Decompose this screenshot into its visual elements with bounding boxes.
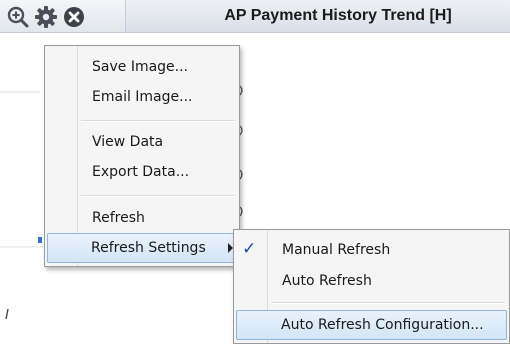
menu-separator — [81, 120, 235, 122]
axis-tick-fragment — [239, 206, 243, 217]
menu-item-label: Manual Refresh — [282, 242, 391, 258]
menu-item-auto-refresh[interactable]: Auto Refresh — [236, 266, 507, 296]
chart-title: AP Payment History Trend [H] — [224, 7, 452, 24]
menu-item-label: Refresh — [92, 210, 145, 226]
menu-item-label: Save Image... — [92, 59, 189, 75]
chart-title-bar: AP Payment History Trend [H] — [125, 0, 510, 33]
chart-toolbar — [0, 0, 125, 33]
menu-item-label: Refresh Settings — [91, 240, 206, 256]
menu-item-auto-refresh-configuration[interactable]: Auto Refresh Configuration... — [236, 310, 507, 340]
axis-tick-fragment — [239, 125, 243, 136]
menu-item-export-data[interactable]: Export Data... — [47, 157, 237, 187]
menu-separator — [81, 195, 235, 197]
menu-separator — [271, 302, 505, 304]
menu-item-save-image[interactable]: Save Image... — [47, 52, 237, 82]
menu-item-view-data[interactable]: View Data — [47, 127, 237, 157]
menu-item-label: Export Data... — [92, 164, 190, 180]
menu-item-refresh[interactable]: Refresh — [47, 203, 237, 233]
gear-icon[interactable] — [34, 5, 58, 29]
menu-item-refresh-settings[interactable]: Refresh Settings — [47, 233, 237, 263]
menu-item-manual-refresh[interactable]: ✓ Manual Refresh — [236, 235, 507, 265]
close-icon[interactable] — [62, 5, 86, 29]
axis-tick-fragment — [5, 308, 9, 320]
menu-item-label: View Data — [92, 134, 164, 150]
refresh-settings-submenu: ✓ Manual Refresh Auto Refresh Auto Refre… — [233, 229, 510, 344]
checkmark-icon: ✓ — [242, 239, 257, 259]
menu-item-label: Email Image... — [92, 89, 193, 105]
axis-tick-fragment — [239, 169, 243, 180]
menu-item-label: Auto Refresh — [282, 273, 372, 289]
series-mark — [38, 237, 42, 243]
chart-context-menu: Save Image... Email Image... View Data E… — [44, 45, 240, 267]
menu-item-label: Auto Refresh Configuration... — [281, 317, 484, 333]
zoom-in-icon[interactable] — [6, 5, 30, 29]
axis-tick-fragment — [239, 85, 243, 96]
menu-item-email-image[interactable]: Email Image... — [47, 82, 237, 112]
